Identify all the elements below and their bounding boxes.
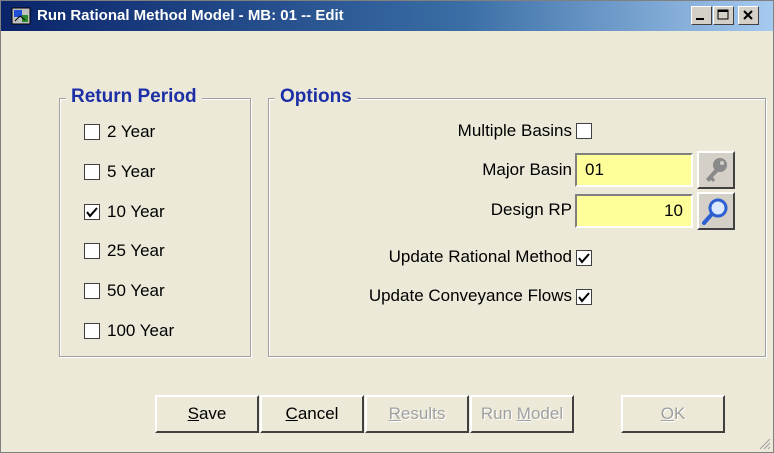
design-rp-label: Design RP — [490, 200, 572, 219]
major-basin-field[interactable]: 01 — [575, 153, 693, 187]
results-label: esults — [400, 404, 446, 423]
rp-5-year[interactable]: 5 Year — [84, 161, 155, 183]
save-mnemonic: S — [187, 404, 199, 423]
minimize-icon — [696, 18, 704, 20]
options-group: Options Multiple Basins Major Basin 01 D… — [268, 86, 766, 357]
run-model-button[interactable]: Run Model — [470, 395, 574, 433]
ok-button[interactable]: OK — [621, 395, 725, 433]
dialog-window: Run Rational Method Model - MB: 01 -- Ed… — [0, 0, 774, 453]
results-button[interactable]: Results — [365, 395, 469, 433]
update-conveyance-label: Update Conveyance Flows — [368, 286, 572, 305]
options-legend: Options — [275, 86, 357, 108]
cancel-button[interactable]: Cancel — [260, 395, 364, 433]
run-model-mnemonic: M — [516, 404, 531, 423]
major-basin-lookup-button[interactable] — [697, 151, 735, 189]
checkbox[interactable] — [84, 283, 100, 299]
checkbox-label: 25 Year — [107, 241, 165, 260]
design-rp-field[interactable]: 10 — [575, 194, 693, 228]
results-mnemonic: R — [388, 404, 401, 423]
rp-100-year[interactable]: 100 Year — [84, 320, 174, 342]
checkbox[interactable] — [84, 323, 100, 339]
rp-10-year[interactable]: 10 Year — [84, 201, 165, 223]
rp-50-year[interactable]: 50 Year — [84, 280, 165, 302]
return-period-legend: Return Period — [66, 86, 202, 108]
save-button[interactable]: Save — [155, 395, 259, 433]
app-icon[interactable] — [11, 7, 31, 25]
save-label: ave — [198, 404, 227, 423]
checkbox[interactable] — [84, 164, 100, 180]
multiple-basins-label: Multiple Basins — [457, 121, 572, 140]
close-icon — [743, 10, 753, 20]
ok-label: K — [673, 404, 686, 423]
major-basin-label: Major Basin — [482, 160, 572, 179]
checkmark-icon — [86, 207, 98, 218]
title-bar[interactable]: Run Rational Method Model - MB: 01 -- Ed… — [1, 1, 773, 31]
maximize-icon — [717, 9, 729, 20]
checkmark-icon — [578, 253, 590, 264]
cancel-mnemonic: C — [285, 404, 298, 423]
magnifier-icon — [702, 198, 728, 225]
checkbox[interactable] — [84, 243, 100, 259]
update-conveyance-checkbox[interactable] — [576, 289, 592, 305]
run-model-prefix: Run — [480, 404, 517, 423]
design-rp-lookup-button[interactable] — [697, 192, 735, 230]
checkbox-label: 10 Year — [107, 202, 165, 221]
resize-grip-icon[interactable] — [759, 438, 771, 450]
multiple-basins-checkbox[interactable] — [576, 123, 592, 139]
key-icon — [706, 158, 727, 182]
minimize-button[interactable] — [691, 6, 712, 25]
window-title: Run Rational Method Model - MB: 01 -- Ed… — [37, 7, 344, 24]
checkbox[interactable] — [84, 124, 100, 140]
checkbox-checked[interactable] — [84, 204, 100, 220]
update-rational-checkbox[interactable] — [576, 250, 592, 266]
checkbox-label: 5 Year — [107, 162, 156, 181]
checkbox-label: 50 Year — [107, 281, 165, 300]
rp-2-year[interactable]: 2 Year — [84, 121, 155, 143]
maximize-button[interactable] — [713, 6, 734, 25]
update-rational-label: Update Rational Method — [388, 247, 572, 266]
rp-25-year[interactable]: 25 Year — [84, 240, 165, 262]
close-button[interactable] — [738, 6, 759, 25]
checkmark-icon — [578, 292, 590, 303]
return-period-group: Return Period 2 Year 5 Year 10 Year 25 Y… — [59, 86, 251, 357]
cancel-label: ancel — [297, 404, 339, 423]
run-model-label: odel — [530, 404, 564, 423]
checkbox-label: 2 Year — [107, 122, 156, 141]
checkbox-label: 100 Year — [107, 321, 175, 340]
ok-mnemonic: O — [660, 404, 674, 423]
